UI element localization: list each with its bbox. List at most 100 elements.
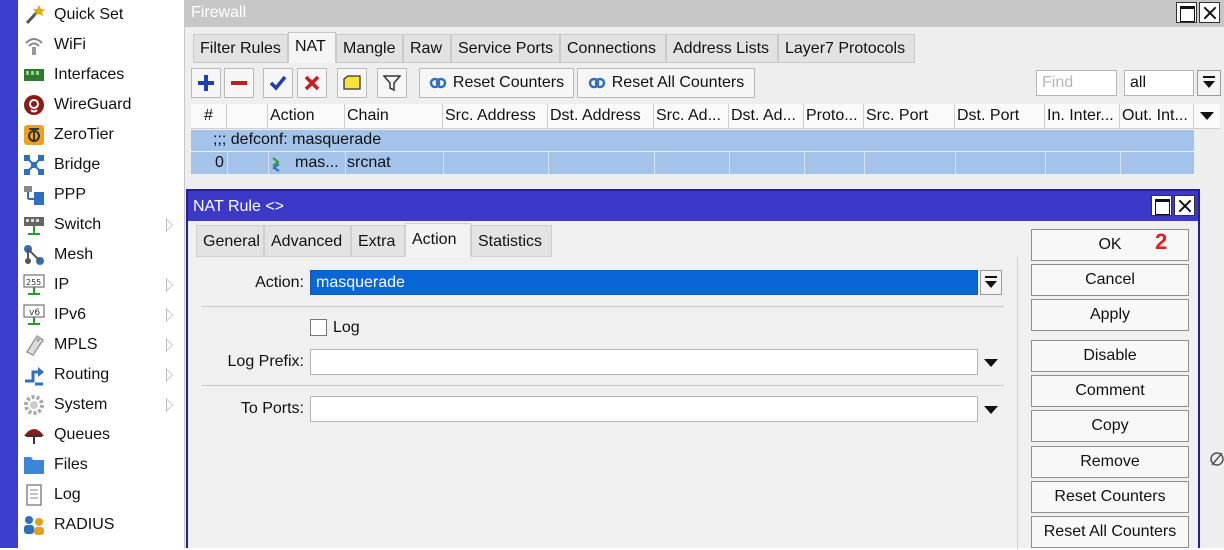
x-mark-icon <box>304 75 320 91</box>
sidebar-item-ppp[interactable]: PPP <box>18 180 184 210</box>
sidebar-item-zerotier[interactable]: ZeroTier <box>18 120 184 150</box>
dialog-title-bar[interactable]: NAT Rule <> <box>188 191 1198 221</box>
filter-select[interactable]: all <box>1124 70 1194 96</box>
reset-counters-icon <box>429 77 447 89</box>
add-button[interactable] <box>191 68 221 98</box>
remove-rule-button[interactable]: Remove <box>1031 446 1189 478</box>
column-separator <box>1120 152 1121 174</box>
tab-service-ports[interactable]: Service Ports <box>451 34 560 63</box>
submenu-arrow-icon <box>166 398 173 412</box>
panel-divider <box>1017 257 1018 550</box>
tab-address-lists[interactable]: Address Lists <box>666 34 778 63</box>
find-input[interactable]: Find <box>1036 70 1117 96</box>
routing-icon <box>23 364 45 386</box>
sidebar-item-radius[interactable]: RADIUS <box>18 510 184 540</box>
close-button[interactable] <box>1199 2 1220 23</box>
enable-button[interactable] <box>263 68 293 98</box>
sidebar-item-label: Switch <box>54 216 102 233</box>
apply-button[interactable]: Apply <box>1031 299 1189 331</box>
log-prefix-input[interactable] <box>310 349 978 375</box>
table-row-comment[interactable]: ;;; defconf: masquerade <box>191 130 1194 151</box>
sidebar-item-log[interactable]: Log <box>18 480 184 510</box>
tab-action[interactable]: Action <box>405 223 471 257</box>
column-header-in-interface[interactable]: In. Inter... <box>1045 104 1120 129</box>
sidebar-item-system[interactable]: System <box>18 390 184 420</box>
column-menu-button[interactable] <box>1194 104 1220 129</box>
maximize-button[interactable] <box>1176 2 1197 23</box>
column-header-dst-address[interactable]: Dst. Address <box>548 104 654 129</box>
column-header-out-interface[interactable]: Out. Int... <box>1120 104 1194 129</box>
dialog-close-button[interactable] <box>1174 195 1195 216</box>
sidebar-item-label: WiFi <box>54 36 86 53</box>
column-header-protocol[interactable]: Proto... <box>804 104 864 129</box>
log-checkbox[interactable] <box>310 319 327 336</box>
tab-layer7-protocols[interactable]: Layer7 Protocols <box>778 34 915 63</box>
sidebar-item-quick-set[interactable]: Quick Set <box>18 0 184 30</box>
to-ports-input[interactable] <box>310 396 978 422</box>
tab-extra[interactable]: Extra <box>351 225 405 257</box>
copy-button[interactable]: Copy <box>1031 410 1189 442</box>
sidebar-item-wifi[interactable]: WiFi <box>18 30 184 60</box>
action-dropdown-button[interactable] <box>980 270 1002 295</box>
disable-button[interactable] <box>297 68 327 98</box>
tab-nat[interactable]: NAT <box>288 32 336 63</box>
comment-button[interactable] <box>337 68 367 98</box>
sidebar-item-switch[interactable]: Switch <box>18 210 184 240</box>
comment-rule-button[interactable]: Comment <box>1031 375 1189 407</box>
sidebar-item-bridge[interactable]: Bridge <box>18 150 184 180</box>
cancel-button[interactable]: Cancel <box>1031 264 1189 296</box>
dialog-maximize-button[interactable] <box>1151 195 1172 216</box>
sidebar-item-interfaces[interactable]: Interfaces <box>18 60 184 90</box>
filter-button[interactable] <box>377 68 407 98</box>
column-header-dst-address-list[interactable]: Dst. Ad... <box>729 104 804 129</box>
tab-filter-rules[interactable]: Filter Rules <box>193 34 288 63</box>
separator-line <box>202 306 1004 307</box>
reset-all-counters-button[interactable]: Reset All Counters <box>577 68 755 98</box>
sidebar-item-label: MPLS <box>54 336 98 353</box>
reset-counters-rule-button[interactable]: Reset Counters <box>1031 481 1189 513</box>
remove-button-label: Remove <box>1080 453 1140 470</box>
column-separator <box>345 152 346 174</box>
comment-icon <box>343 75 361 90</box>
sidebar-item-ipv6[interactable]: v6 IPv6 <box>18 300 184 330</box>
to-ports-dropdown-icon[interactable] <box>984 406 998 414</box>
column-header-number[interactable]: # <box>191 104 227 129</box>
remove-button[interactable] <box>224 68 254 98</box>
sidebar-item-ip[interactable]: 255 IP <box>18 270 184 300</box>
reset-all-counters-icon <box>588 77 605 89</box>
sidebar-item-queues[interactable]: Queues <box>18 420 184 450</box>
column-header-flags[interactable] <box>227 104 268 129</box>
sidebar-item-mpls[interactable]: MPLS <box>18 330 184 360</box>
column-header-dst-port[interactable]: Dst. Port <box>955 104 1045 129</box>
sidebar-item-files[interactable]: Files <box>18 450 184 480</box>
action-label: Action: <box>255 274 304 291</box>
sidebar-item-label: Bridge <box>54 156 101 173</box>
chevron-down-icon <box>1200 112 1214 120</box>
column-header-src-address[interactable]: Src. Address <box>443 104 548 129</box>
tab-raw[interactable]: Raw <box>403 34 451 63</box>
table-row[interactable]: 0 mas... srcnat <box>191 152 1194 174</box>
filter-dropdown-button[interactable] <box>1197 70 1221 96</box>
tab-advanced[interactable]: Advanced <box>264 225 351 257</box>
sidebar-strip <box>0 0 18 548</box>
column-header-src-port[interactable]: Src. Port <box>864 104 955 129</box>
column-header-action[interactable]: Action <box>268 104 345 129</box>
reset-counters-button[interactable]: Reset Counters <box>419 68 574 98</box>
sidebar-item-label: ZeroTier <box>54 126 114 143</box>
disable-rule-button[interactable]: Disable <box>1031 340 1189 372</box>
action-select[interactable]: masquerade <box>310 270 978 295</box>
tab-connections[interactable]: Connections <box>560 34 666 63</box>
log-prefix-dropdown-icon[interactable] <box>984 359 998 367</box>
tab-statistics[interactable]: Statistics <box>471 225 552 257</box>
sidebar-menu: Quick Set WiFi Interfaces WireGuard Zero… <box>0 0 184 548</box>
column-header-chain[interactable]: Chain <box>345 104 443 129</box>
to-ports-label: To Ports: <box>240 400 304 417</box>
sidebar-item-mesh[interactable]: Mesh <box>18 240 184 270</box>
sidebar-item-wireguard[interactable]: WireGuard <box>18 90 184 120</box>
column-header-src-address-list[interactable]: Src. Ad... <box>654 104 729 129</box>
tab-mangle[interactable]: Mangle <box>336 34 403 63</box>
reset-all-counters-rule-button[interactable]: Reset All Counters <box>1031 516 1189 548</box>
firewall-title-bar[interactable]: Firewall <box>185 0 1224 27</box>
tab-general[interactable]: General <box>196 225 264 257</box>
sidebar-item-routing[interactable]: Routing <box>18 360 184 390</box>
